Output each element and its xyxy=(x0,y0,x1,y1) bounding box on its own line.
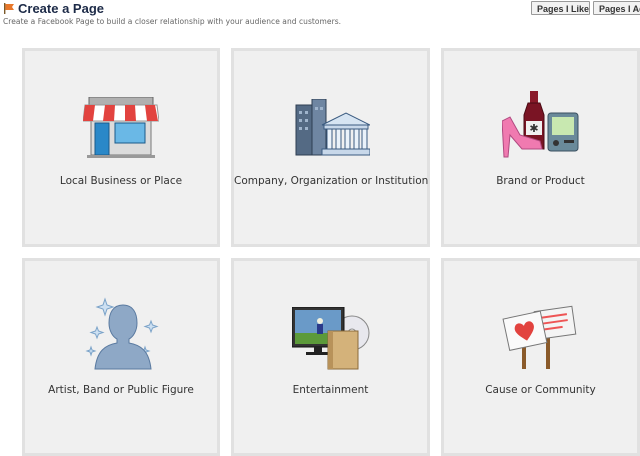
category-label: Artist, Band or Public Figure xyxy=(48,384,194,396)
brand-product-icon: ✱ xyxy=(502,91,579,158)
svg-text:✱: ✱ xyxy=(529,122,538,135)
category-label: Brand or Product xyxy=(496,175,585,187)
flag-icon xyxy=(4,3,15,14)
category-label: Cause or Community xyxy=(485,384,596,396)
pages-i-like-button[interactable]: Pages I Like xyxy=(531,1,590,15)
category-label: Local Business or Place xyxy=(59,175,183,187)
category-card-local-business[interactable]: Local Business or Place xyxy=(22,48,220,247)
category-card-cause[interactable]: Cause or Community xyxy=(441,258,640,456)
category-label: Company, Organization or Institution xyxy=(234,175,429,187)
storefront-icon xyxy=(83,97,159,158)
category-label: Entertainment xyxy=(292,384,369,396)
category-card-company[interactable]: Company, Organization or Institution xyxy=(231,48,430,247)
category-card-entertainment[interactable]: Entertainment xyxy=(231,258,430,456)
page-header: Create a Page Create a Facebook Page to … xyxy=(0,0,640,40)
category-card-brand[interactable]: ✱ Brand or Product xyxy=(441,48,640,247)
category-card-artist[interactable]: Artist, Band or Public Figure xyxy=(22,258,220,456)
page-subtitle: Create a Facebook Page to build a closer… xyxy=(3,17,342,26)
page-title: Create a Page xyxy=(18,1,104,16)
protest-signs-icon xyxy=(502,305,577,369)
pages-i-admin-button[interactable]: Pages I Ad xyxy=(593,1,640,15)
person-silhouette-icon xyxy=(85,297,159,370)
building-institution-icon xyxy=(295,99,370,156)
tv-entertainment-icon xyxy=(292,307,370,370)
